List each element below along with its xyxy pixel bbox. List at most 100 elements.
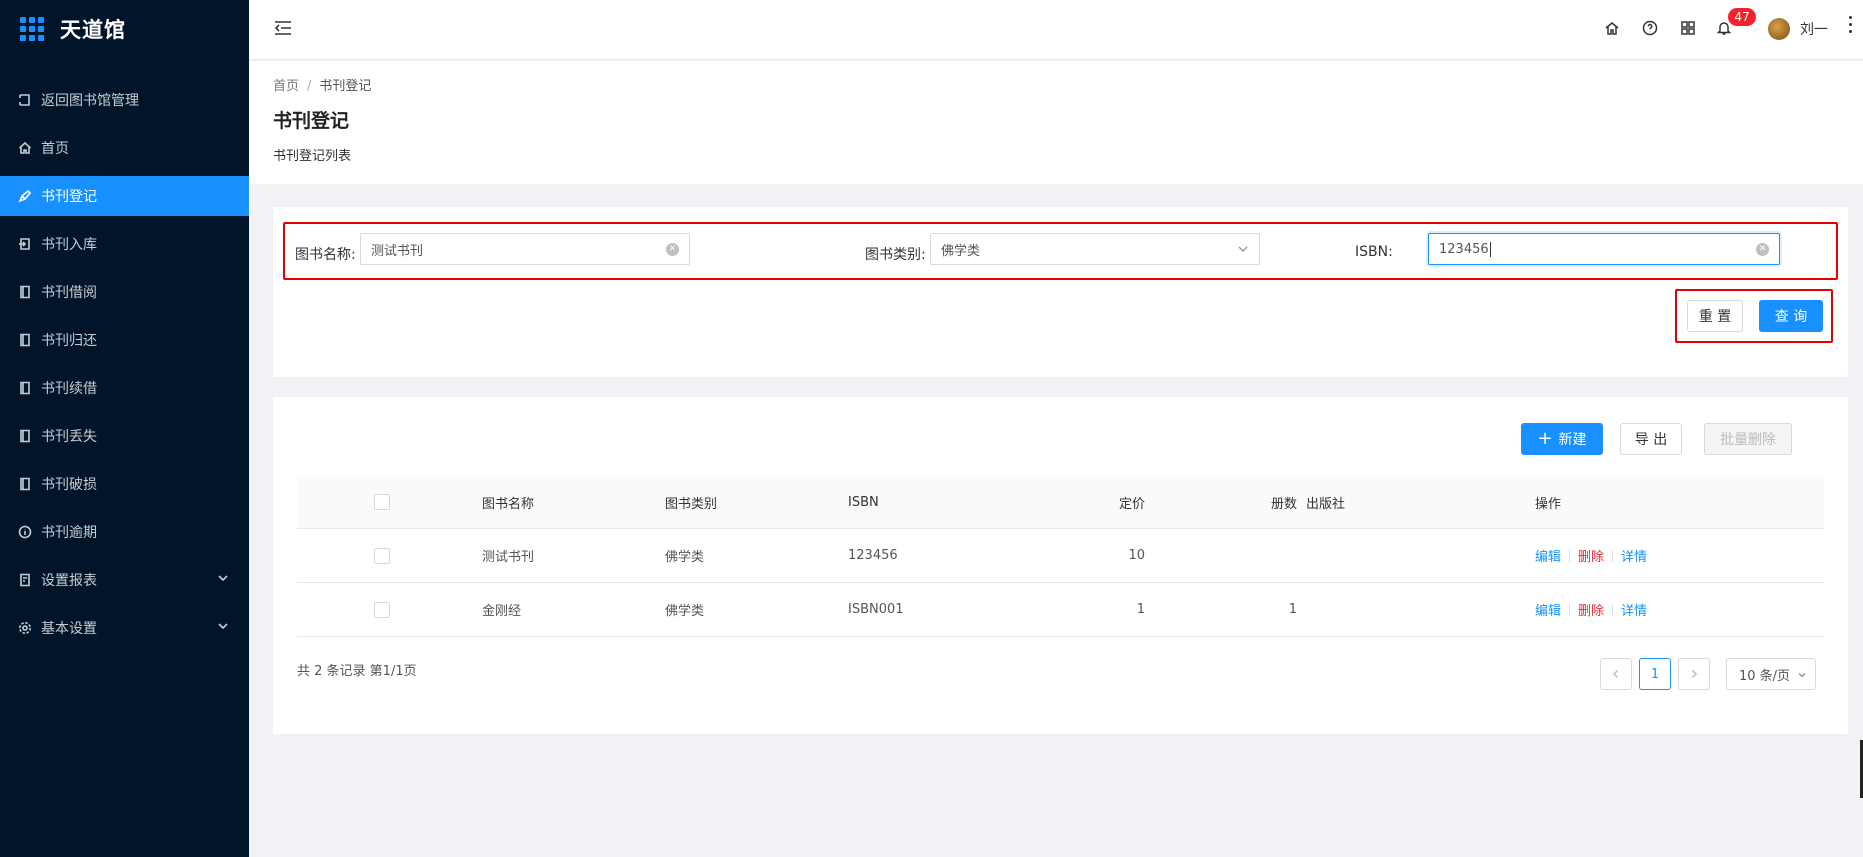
gear-icon <box>17 620 33 636</box>
page-size-value: 10 条/页 <box>1739 668 1791 684</box>
page-title: 书刊登记 <box>273 110 350 132</box>
chevron-right-icon <box>1691 669 1698 679</box>
table-row: 金刚经 佛学类 ISBN001 1 1 编辑 删除 详情 <box>297 583 1824 637</box>
user-name[interactable]: 刘一 <box>1800 19 1828 39</box>
sidebar-item-book-overdue[interactable]: 书刊逾期 <box>0 512 249 552</box>
column-header: 定价 <box>1118 496 1145 512</box>
column-header: ISBN <box>848 494 879 510</box>
row-checkbox[interactable] <box>374 583 390 636</box>
detail-link[interactable]: 详情 <box>1621 600 1647 619</box>
new-button[interactable]: + 新建 <box>1521 423 1603 455</box>
cell-price: 1 <box>1136 602 1145 617</box>
sidebar-item-label: 首页 <box>41 141 69 157</box>
sidebar: 天道馆 返回图书馆管理 首页 书刊登记 书刊入库 书刊借阅 书刊归还 书刊续借 … <box>0 0 249 857</box>
avatar[interactable] <box>1768 18 1790 40</box>
search-buttons-highlight: 重 置 查 询 <box>1675 289 1833 343</box>
edit-link[interactable]: 编辑 <box>1535 546 1561 565</box>
cell-name: 测试书刊 <box>482 550 535 565</box>
chevron-down-icon <box>1797 669 1807 679</box>
search-fields-highlight: 图书名称: 测试书刊 ✕ 图书类别: 佛学类 ISBN: 123456 ✕ <box>283 222 1838 280</box>
isbn-input[interactable]: 123456 ✕ <box>1428 233 1780 265</box>
apps-icon[interactable] <box>1680 20 1698 38</box>
sidebar-item-label: 书刊借阅 <box>41 285 97 301</box>
book-name-value: 测试书刊 <box>371 243 424 259</box>
sidebar-item-basic-settings[interactable]: 基本设置 <box>0 608 249 648</box>
report-icon <box>17 572 33 588</box>
sidebar-item-book-lost[interactable]: 书刊丢失 <box>0 416 249 456</box>
select-all-checkbox[interactable] <box>374 476 390 528</box>
breadcrumb-current: 书刊登记 <box>319 79 372 94</box>
isbn-value: 123456 <box>1439 241 1489 257</box>
page-size-select[interactable]: 10 条/页 <box>1726 658 1816 690</box>
menu-fold-icon[interactable] <box>273 18 295 40</box>
sidebar-item-label: 书刊入库 <box>41 237 97 253</box>
breadcrumb-home[interactable]: 首页 <box>273 79 299 94</box>
book-name-input[interactable]: 测试书刊 ✕ <box>360 233 690 265</box>
sidebar-item-home[interactable]: 首页 <box>0 128 249 168</box>
sidebar-item-book-import[interactable]: 书刊入库 <box>0 224 249 264</box>
home-icon[interactable] <box>1604 20 1622 38</box>
row-checkbox[interactable] <box>374 529 390 582</box>
new-button-label: 新建 <box>1558 432 1587 448</box>
clear-icon[interactable]: ✕ <box>666 243 679 256</box>
table-header: 图书名称 图书类别 ISBN 定价 册数 出版社 操作 <box>297 476 1824 529</box>
book-icon <box>17 428 33 444</box>
column-header: 册数 <box>1270 496 1297 512</box>
sidebar-item-book-damaged[interactable]: 书刊破损 <box>0 464 249 504</box>
detail-link[interactable]: 详情 <box>1621 546 1647 565</box>
chevron-down-icon <box>1237 243 1249 255</box>
batch-delete-button[interactable]: 批量删除 <box>1704 423 1792 455</box>
sidebar-item-book-borrow[interactable]: 书刊借阅 <box>0 272 249 312</box>
logo[interactable]: 天道馆 <box>0 0 249 58</box>
cell-category: 佛学类 <box>665 604 705 619</box>
isbn-label: ISBN: <box>1355 244 1393 260</box>
category-select[interactable]: 佛学类 <box>930 233 1260 265</box>
chevron-down-icon <box>217 572 231 586</box>
cell-copies: 1 <box>1288 602 1297 617</box>
more-vertical-icon[interactable] <box>1849 16 1855 36</box>
next-page-button[interactable] <box>1678 658 1710 690</box>
query-button[interactable]: 查 询 <box>1759 300 1823 332</box>
cell-category: 佛学类 <box>665 550 705 565</box>
sidebar-item-label: 设置报表 <box>41 573 97 589</box>
clear-icon[interactable]: ✕ <box>1756 243 1769 256</box>
info-circle-icon <box>17 524 33 540</box>
top-header: 47 刘一 <box>249 0 1863 60</box>
page-number-button[interactable]: 1 <box>1639 658 1671 690</box>
category-label: 图书类别: <box>865 247 926 263</box>
sidebar-item-book-return[interactable]: 书刊归还 <box>0 320 249 360</box>
cell-isbn: 123456 <box>848 548 898 563</box>
reset-button[interactable]: 重 置 <box>1687 300 1743 332</box>
book-table: 图书名称 图书类别 ISBN 定价 册数 出版社 操作 测试书刊 佛学类 123… <box>297 476 1824 637</box>
home-icon <box>17 140 33 156</box>
sidebar-item-label: 书刊续借 <box>41 381 97 397</box>
sidebar-item-return[interactable]: 返回图书馆管理 <box>0 80 249 120</box>
cell-name: 金刚经 <box>482 604 522 619</box>
book-icon <box>17 284 33 300</box>
row-actions: 编辑 删除 详情 <box>1535 583 1647 636</box>
sidebar-item-label: 书刊归还 <box>41 333 97 349</box>
cell-copies <box>1177 529 1297 582</box>
book-icon <box>17 380 33 396</box>
sidebar-item-book-renew[interactable]: 书刊续借 <box>0 368 249 408</box>
sidebar-item-report-settings[interactable]: 设置报表 <box>0 560 249 600</box>
sidebar-item-label: 返回图书馆管理 <box>41 93 139 109</box>
export-button[interactable]: 导 出 <box>1620 423 1682 455</box>
breadcrumb: 首页 / 书刊登记 <box>273 79 372 94</box>
edit-link[interactable]: 编辑 <box>1535 600 1561 619</box>
book-name-label: 图书名称: <box>295 247 356 263</box>
sidebar-item-book-register[interactable]: 书刊登记 <box>0 176 249 216</box>
delete-link[interactable]: 删除 <box>1578 546 1604 565</box>
prev-page-button[interactable] <box>1600 658 1632 690</box>
return-icon <box>17 92 33 108</box>
sidebar-item-label: 书刊丢失 <box>41 429 97 445</box>
chevron-down-icon <box>217 620 231 634</box>
delete-link[interactable]: 删除 <box>1578 600 1604 619</box>
column-header: 图书名称 <box>482 496 535 512</box>
cell-isbn: ISBN001 <box>848 602 904 617</box>
column-header: 出版社 <box>1306 496 1346 512</box>
app-title: 天道馆 <box>60 18 126 42</box>
plus-icon: + <box>1537 428 1553 449</box>
help-icon[interactable] <box>1642 20 1660 38</box>
import-icon <box>17 236 33 252</box>
